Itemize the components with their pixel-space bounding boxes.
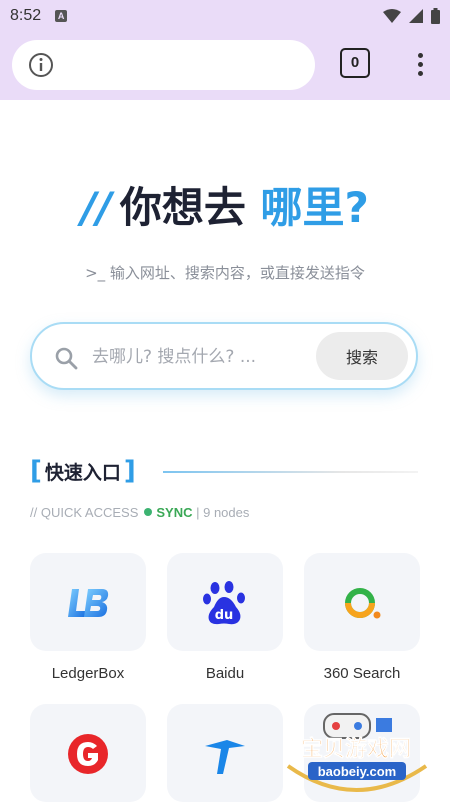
quick-access-tile-baidu[interactable]: du: [167, 553, 283, 651]
hero-title-accent: 哪里?: [260, 183, 369, 232]
360-search-icon: [345, 588, 381, 619]
tab-switcher-button[interactable]: 0: [340, 48, 370, 78]
hero-subtitle: >_ 输入网址、搜索内容，或直接发送指令: [85, 264, 365, 282]
overflow-menu-icon[interactable]: [410, 50, 430, 78]
arrow-logo-icon: [205, 740, 245, 774]
sync-dot-icon: [144, 508, 153, 516]
hero-slashes: //: [81, 183, 112, 232]
bracket-close: ]: [123, 456, 136, 486]
search-icon: [55, 347, 78, 370]
hero-title: //你想去 哪里?: [0, 180, 450, 236]
watermark-logo: 宝贝游戏网 baobeiy.com: [286, 713, 428, 792]
signal-icon: [409, 9, 423, 23]
watermark-url: baobeiy.com: [318, 764, 397, 779]
hero-title-dark: 你想去: [119, 183, 246, 232]
quick-access-meta: // QUICK ACCESS SYNC | 9 nodes: [30, 505, 249, 520]
quick-access-tile-360-search[interactable]: [304, 553, 420, 651]
search-card: 搜索: [30, 322, 418, 390]
address-bar[interactable]: [12, 40, 315, 90]
tile-label: LedgerBox: [51, 665, 125, 682]
watermark-text: 宝贝游戏网: [301, 736, 411, 762]
section-divider: [163, 471, 418, 473]
wifi-icon: [383, 9, 401, 23]
status-time: 8:52: [10, 7, 42, 24]
g-logo-icon: [68, 734, 108, 774]
tile-label: 360 Search: [323, 665, 401, 682]
quick-access-tile-g[interactable]: [30, 704, 146, 802]
meta-prefix: // QUICK ACCESS: [30, 505, 139, 520]
quick-access-tile-arrow[interactable]: [167, 704, 283, 802]
svg-text:du: du: [215, 608, 234, 623]
search-button[interactable]: 搜索: [316, 332, 408, 380]
ledgerbox-logo-icon: [68, 589, 109, 617]
quick-access-tile-ledgerbox[interactable]: [30, 553, 146, 651]
quick-access-header: [快速入口]: [30, 456, 420, 490]
nodes-count: | 9 nodes: [196, 505, 250, 520]
section-title: 快速入口: [44, 461, 121, 484]
status-bar: 8:52 A: [0, 0, 450, 32]
battery-icon: [431, 8, 440, 24]
tile-label: Baidu: [205, 665, 245, 682]
sync-label: SYNC: [156, 505, 193, 520]
browser-toolbar: 0: [0, 32, 450, 100]
baidu-paw-icon: du: [203, 581, 245, 625]
search-input[interactable]: [90, 338, 314, 376]
bracket-open: [: [30, 456, 42, 486]
notification-icon: A: [55, 10, 68, 22]
info-icon[interactable]: [28, 52, 54, 78]
